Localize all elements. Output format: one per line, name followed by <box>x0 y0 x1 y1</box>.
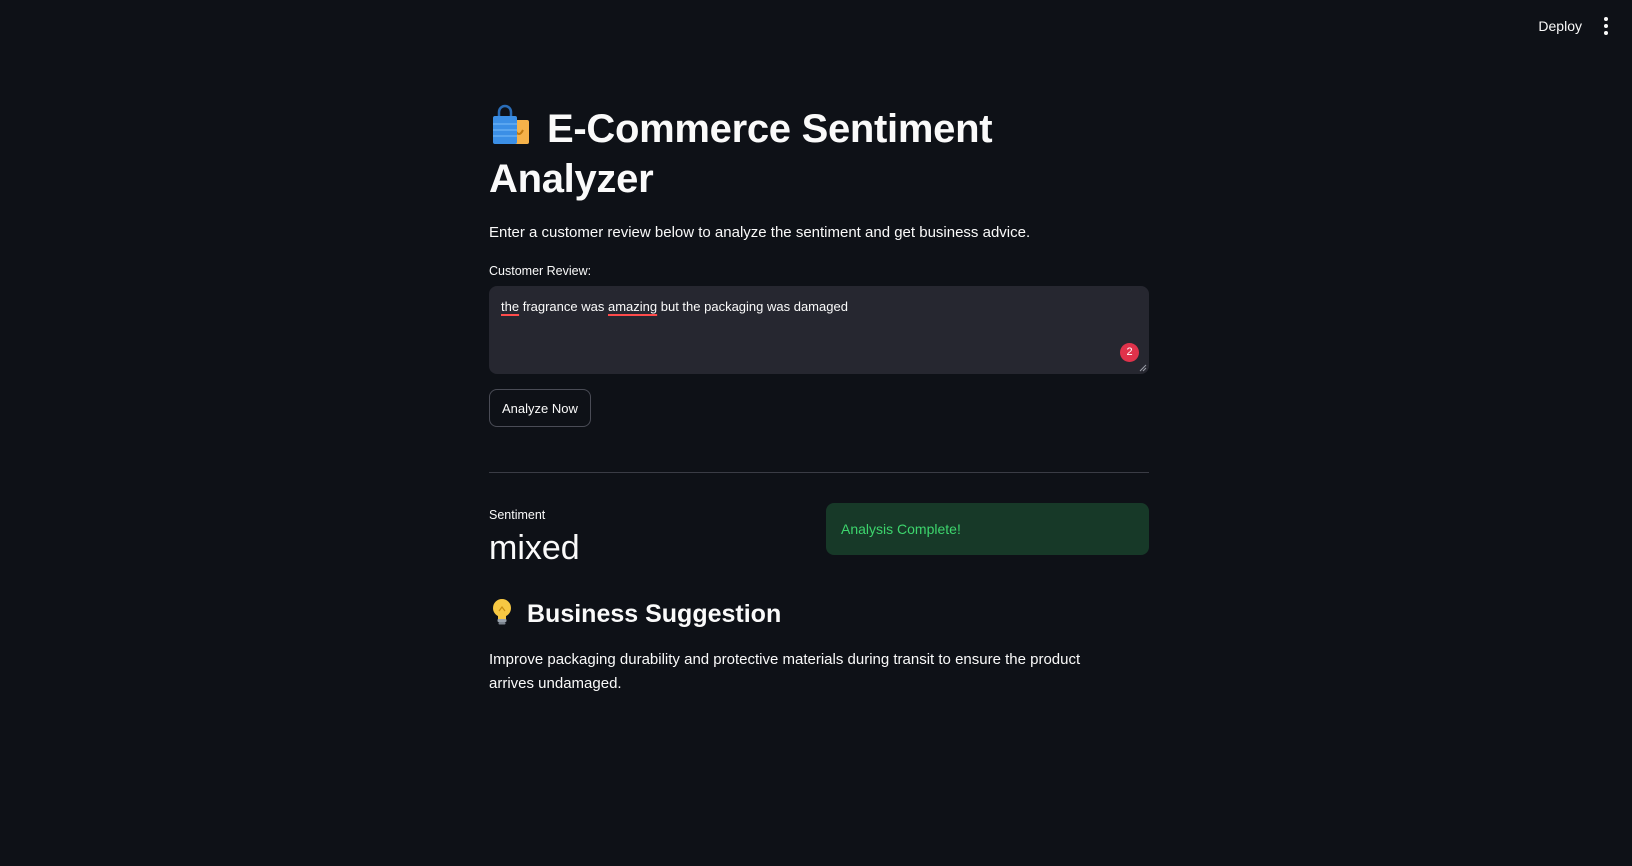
success-alert: Analysis Complete! <box>826 503 1149 555</box>
review-text-segment: but the packaging was damaged <box>660 299 848 314</box>
deploy-button[interactable]: Deploy <box>1530 14 1590 38</box>
business-suggestion-heading: Business Suggestion <box>489 596 781 632</box>
success-alert-text: Analysis Complete! <box>841 521 961 537</box>
kebab-menu-icon[interactable] <box>1596 14 1616 38</box>
review-text-segment: fragrance was <box>522 299 605 314</box>
shopping-bags-icon <box>493 104 529 144</box>
page-title: E-Commerce Sentiment Analyzer <box>489 104 1049 204</box>
review-text-word: the <box>501 299 520 314</box>
review-textarea[interactable]: the fragrance was amazing but the packag… <box>489 286 1149 374</box>
analyze-now-button[interactable]: Analyze Now <box>489 389 591 427</box>
page-subtitle: Enter a customer review below to analyze… <box>489 224 1031 241</box>
page-title-text: E-Commerce Sentiment Analyzer <box>489 107 993 201</box>
review-field-label: Customer Review: <box>489 264 592 278</box>
lightbulb-icon <box>493 599 511 625</box>
sentiment-metric-label: Sentiment <box>489 508 546 522</box>
business-suggestion-text: Improve packaging durability and protect… <box>489 651 1081 692</box>
sentiment-metric-value: mixed <box>489 529 580 567</box>
top-toolbar: Deploy <box>0 0 1632 52</box>
review-text-word: amazing <box>607 299 658 314</box>
section-divider <box>489 472 1149 473</box>
grammar-error-badge[interactable]: 2 <box>1120 343 1139 362</box>
business-suggestion-heading-text: Business Suggestion <box>527 600 782 628</box>
resize-handle-icon[interactable] <box>1139 364 1147 372</box>
